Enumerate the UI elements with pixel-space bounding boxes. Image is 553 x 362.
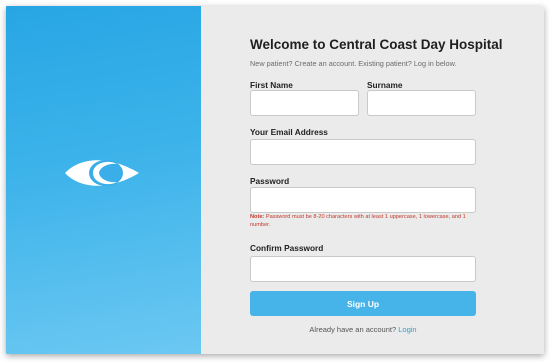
login-prompt: Already have an account? Login bbox=[250, 325, 476, 334]
surname-field[interactable] bbox=[367, 90, 476, 116]
note-prefix: Note: bbox=[250, 214, 265, 220]
page-subtitle: New patient? Create an account. Existing… bbox=[250, 59, 457, 68]
password-field[interactable] bbox=[250, 187, 476, 213]
sign-up-button[interactable]: Sign Up bbox=[250, 291, 476, 316]
first-name-label: First Name bbox=[250, 80, 293, 90]
password-label: Password bbox=[250, 176, 290, 186]
note-text: Password must be 8-20 characters with at… bbox=[250, 214, 466, 228]
confirm-password-label: Confirm Password bbox=[250, 243, 324, 253]
login-prompt-text: Already have an account? bbox=[309, 325, 397, 334]
email-label: Your Email Address bbox=[250, 127, 328, 137]
brand-panel bbox=[6, 6, 201, 354]
password-requirements-note: Note: Password must be 8-20 characters w… bbox=[250, 213, 478, 229]
confirm-password-field[interactable] bbox=[250, 256, 476, 282]
surname-label: Surname bbox=[367, 80, 403, 90]
eye-logo-icon bbox=[65, 160, 139, 186]
signup-form: Welcome to Central Coast Day Hospital Ne… bbox=[201, 6, 544, 354]
email-field[interactable] bbox=[250, 139, 476, 165]
first-name-field[interactable] bbox=[250, 90, 359, 116]
page-title: Welcome to Central Coast Day Hospital bbox=[250, 37, 503, 52]
app-window: Welcome to Central Coast Day Hospital Ne… bbox=[6, 6, 544, 354]
login-link[interactable]: Login bbox=[398, 325, 416, 334]
